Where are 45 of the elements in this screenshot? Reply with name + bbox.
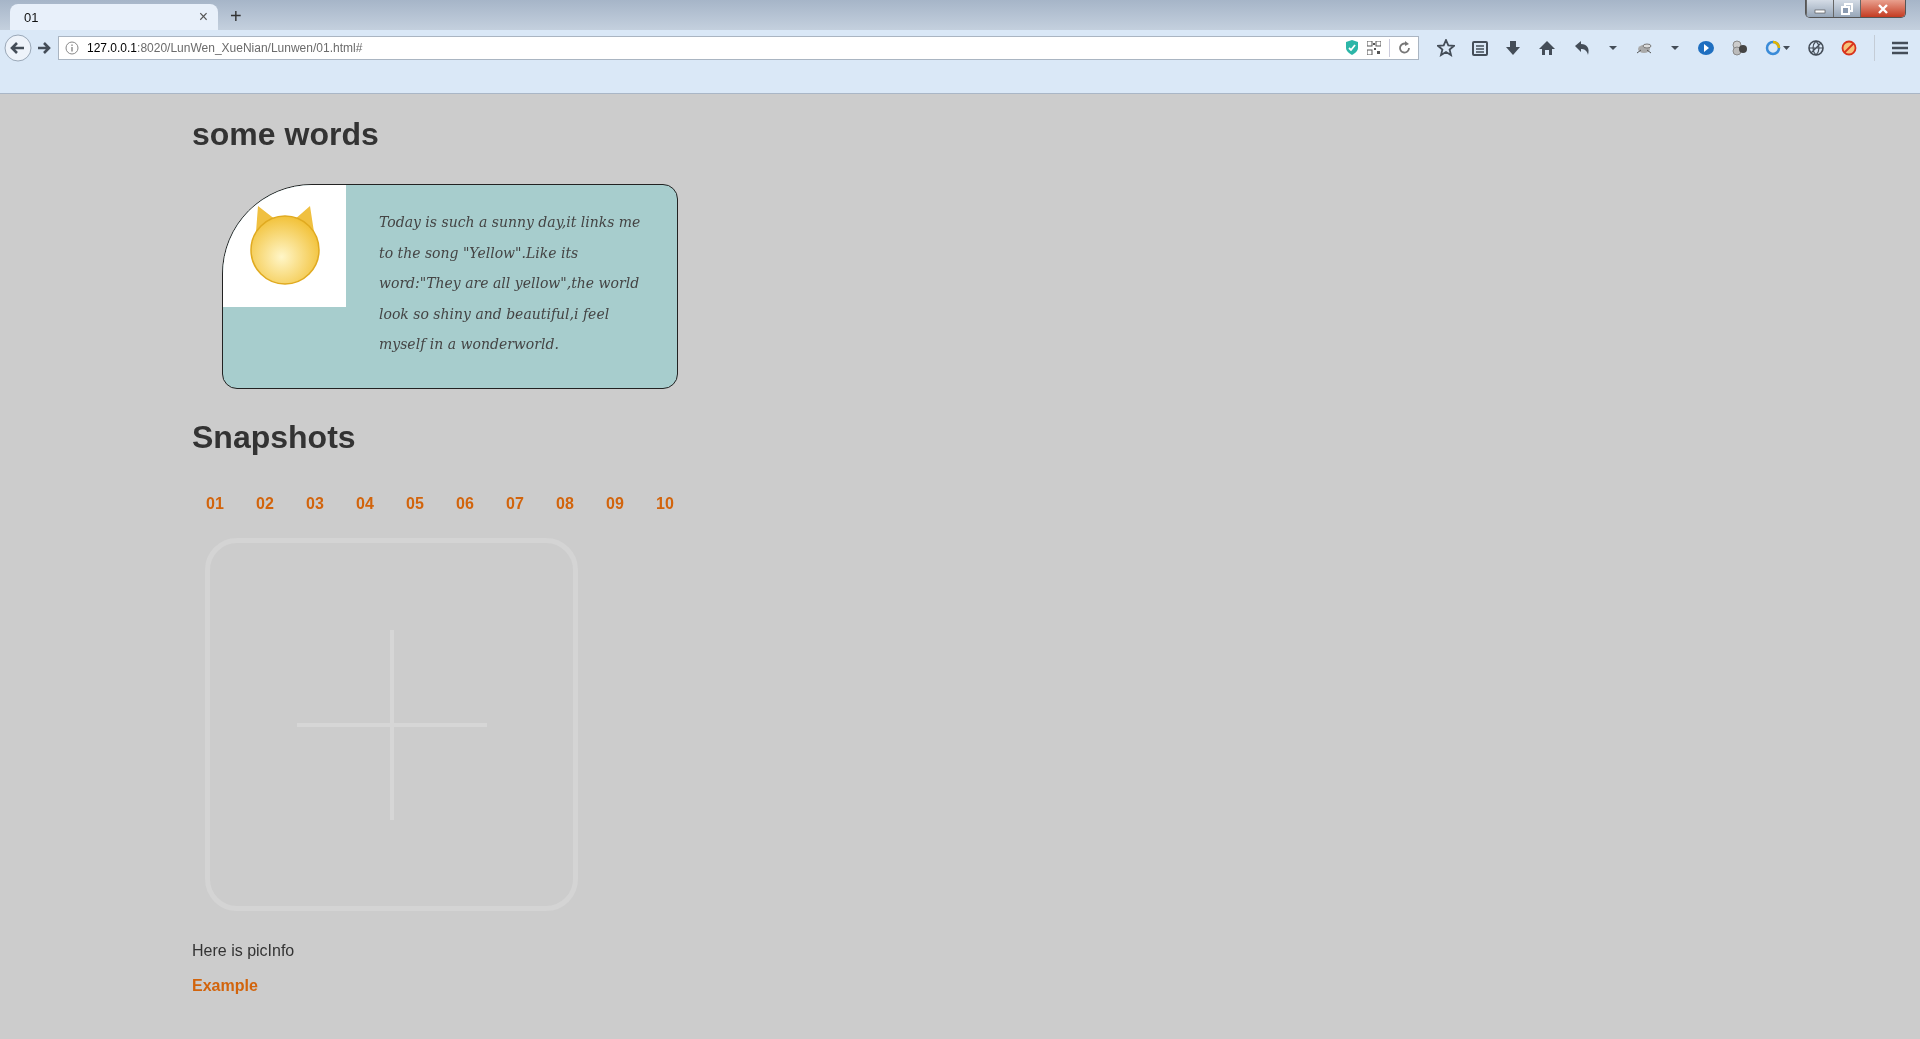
tab-title: 01 [24,9,39,25]
snapshot-link[interactable]: 06 [456,494,506,514]
quote-text: Today is such a sunny day,it links me to the song "Yellow".Like its word:"They are all yellow",the world look so shiny and beautiful,i feel myself in a wonderworld. [379,213,642,354]
restore-button[interactable] [1833,0,1860,17]
blocked-icon[interactable] [1841,40,1857,56]
snapshot-link[interactable]: 02 [256,494,306,514]
circles-icon[interactable] [1732,40,1748,56]
section-heading: Snapshots [192,418,357,457]
section-heading: some words [192,115,380,154]
reload-icon[interactable] [1398,41,1412,55]
dog-head-icon [247,204,322,288]
globe-icon[interactable] [1808,40,1824,56]
undo-icon[interactable] [1573,40,1591,56]
snapshot-link[interactable]: 05 [406,494,456,514]
restore-icon [1840,2,1854,15]
info-icon[interactable] [65,41,79,55]
play-icon[interactable] [1697,40,1715,56]
bug-icon[interactable] [1635,41,1653,55]
address-bar[interactable]: 127.0.0.1:8020/LunWen_XueNian/Lunwen/01.html# [58,36,1419,60]
picture-caption: Here is picInfo [192,941,296,961]
dropdown-icon[interactable] [1670,45,1680,51]
qr-code-icon[interactable] [1367,41,1381,55]
download-icon[interactable] [1505,40,1521,56]
close-icon [1876,2,1890,15]
back-button[interactable] [4,34,32,62]
dropdown-icon[interactable] [1608,45,1618,51]
browser-tab[interactable]: 01 × [10,4,218,30]
url-text: 127.0.0.1:8020/LunWen_XueNian/Lunwen/01.html# [87,41,363,55]
snapshot-link[interactable]: 04 [356,494,406,514]
snapshot-link[interactable]: 03 [306,494,356,514]
snapshot-link[interactable]: 01 [206,494,256,514]
snapshot-link[interactable]: 09 [606,494,656,514]
example-link[interactable]: Example [192,977,258,995]
snapshot-link[interactable]: 08 [556,494,606,514]
close-tab-button[interactable]: × [198,8,208,26]
close-window-button[interactable] [1860,0,1905,17]
menu-icon[interactable] [1892,41,1908,55]
home-icon[interactable] [1538,40,1556,56]
snapshot-link[interactable]: 07 [506,494,556,514]
reading-list-icon[interactable] [1472,40,1488,56]
new-tab-button[interactable]: + [230,5,242,28]
sync-icon[interactable] [1765,40,1791,56]
snapshot-link[interactable]: 10 [656,494,706,514]
star-icon[interactable] [1437,39,1455,57]
minimize-button[interactable] [1806,0,1833,17]
